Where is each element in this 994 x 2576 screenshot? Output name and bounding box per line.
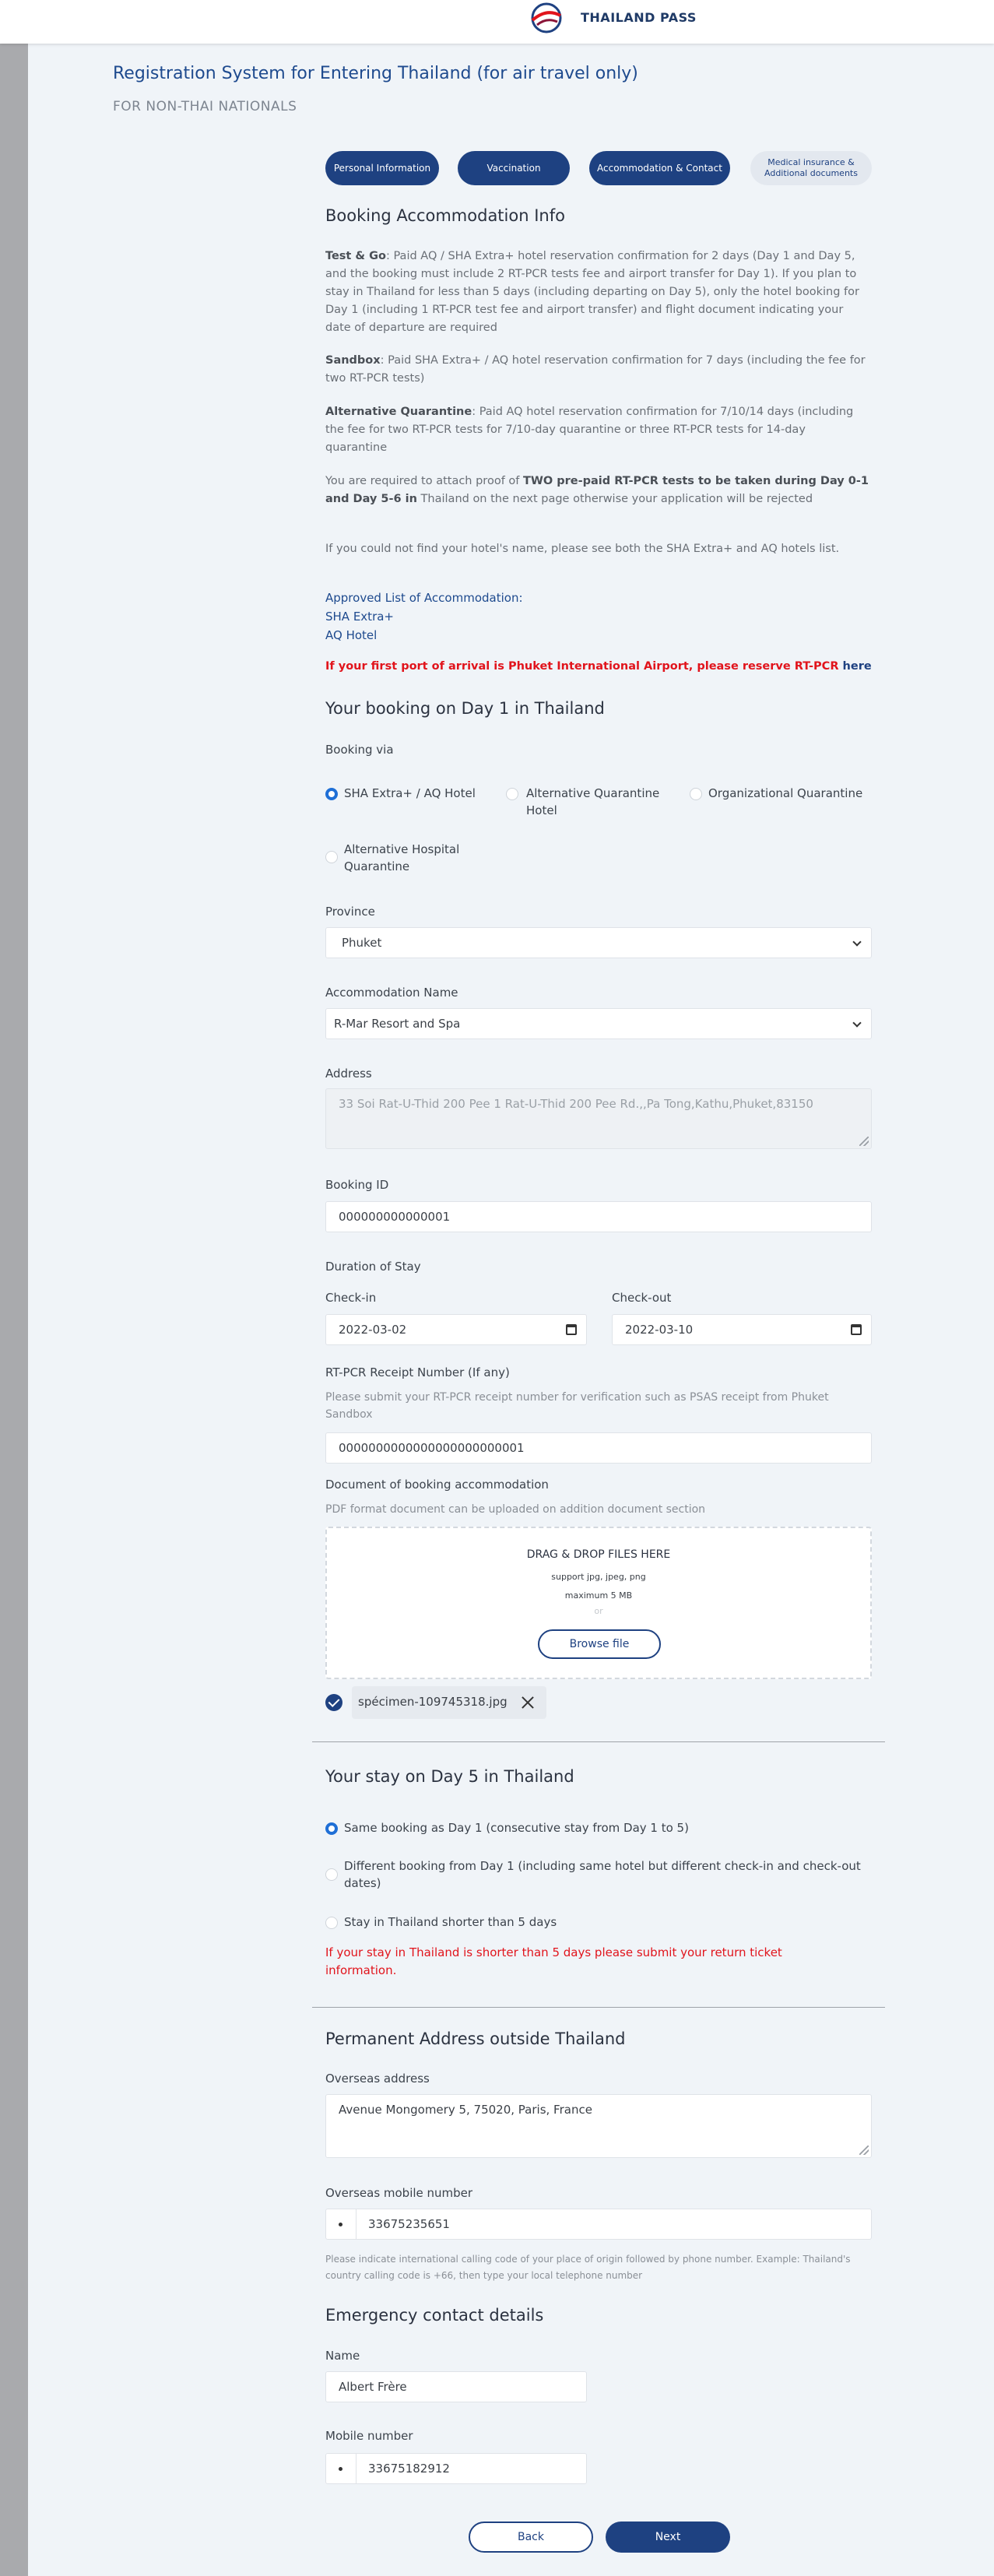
emergency-mobile-label: Mobile number (325, 2429, 413, 2443)
test-go-paragraph: Test & Go: Paid AQ / SHA Extra+ hotel re… (325, 250, 859, 334)
radio-alternative-quarantine[interactable] (506, 788, 518, 800)
calendar-icon[interactable] (566, 1324, 577, 1335)
checkout-label: Check-out (612, 1291, 672, 1305)
radio-alternative-quarantine-label: Alternative Quarantine Hotel (526, 786, 660, 817)
step-vaccination[interactable]: Vaccination (458, 151, 570, 185)
emergency-heading: Emergency contact details (325, 2306, 544, 2325)
checkin-input[interactable]: 2022-03-02 (325, 1314, 587, 1345)
booking-id-input[interactable]: 000000000000001 (325, 1201, 872, 1232)
address-field[interactable]: 33 Soi Rat-U-Thid 200 Pee 1 Rat-U-Thid 2… (325, 1088, 872, 1149)
proof-paragraph: You are required to attach proof of TWO … (325, 475, 869, 505)
sha-extra-link[interactable]: SHA Extra+ (325, 610, 394, 624)
overseas-mobile-input[interactable]: 33675235651 (325, 2209, 872, 2240)
calendar-icon[interactable] (851, 1324, 862, 1335)
close-icon[interactable] (520, 1695, 536, 1710)
radio-same-booking[interactable] (325, 1822, 338, 1835)
step-accommodation-contact[interactable]: Accommodation & Contact (589, 151, 730, 185)
file-dropzone[interactable]: DRAG & DROP FILES HERE support jpg, jpeg… (325, 1527, 872, 1679)
radio-same-booking-label: Same booking as Day 1 (consecutive stay … (344, 1821, 689, 1835)
chevron-down-icon (852, 1018, 862, 1028)
province-select[interactable]: Phuket (325, 927, 872, 958)
country-code-icon[interactable] (339, 2467, 342, 2471)
accommodation-select[interactable]: R-Mar Resort and Spa (325, 1008, 872, 1039)
page-title: Registration System for Entering Thailan… (113, 64, 638, 83)
rtpcr-label: RT-PCR Receipt Number (If any) (325, 1365, 510, 1379)
next-button[interactable]: Next (606, 2522, 730, 2553)
checkout-input[interactable]: 2022-03-10 (612, 1314, 872, 1345)
radio-alternative-hospital-label: Alternative Hospital Quarantine (344, 842, 460, 873)
doc-label: Document of booking accommodation (325, 1478, 549, 1492)
booking-via-label: Booking via (325, 743, 394, 757)
chevron-down-icon (852, 937, 862, 947)
phuket-here-link[interactable]: here (843, 660, 872, 673)
emergency-name-label: Name (325, 2349, 360, 2363)
radio-sha-extra-aq[interactable] (325, 788, 338, 800)
doc-hint: PDF format document can be uploaded on a… (325, 1503, 706, 1516)
divider (312, 1741, 885, 1742)
emergency-name-input[interactable]: Albert Frère (325, 2371, 587, 2402)
step-personal-information[interactable]: Personal Information (325, 151, 439, 185)
day1-heading: Your booking on Day 1 in Thailand (325, 699, 605, 718)
aq-hotel-link[interactable]: AQ Hotel (325, 628, 377, 642)
emergency-mobile-input[interactable]: 33675182912 (325, 2453, 587, 2484)
thailand-pass-logo (531, 2, 562, 33)
phuket-notice: If your first port of arrival is Phuket … (325, 660, 872, 673)
radio-organizational-quarantine[interactable] (690, 788, 702, 800)
resize-handle-icon (859, 2145, 869, 2155)
booking-info-heading: Booking Accommodation Info (325, 206, 565, 225)
not-found-paragraph: If you could not find your hotel's name,… (325, 543, 840, 555)
day5-heading: Your stay on Day 5 in Thailand (325, 1767, 574, 1786)
drop-support: support jpg, jpeg, png (551, 1572, 646, 1582)
uploaded-file-name: spécimen-109745318.jpg (358, 1695, 508, 1709)
radio-organizational-quarantine-label: Organizational Quarantine (708, 786, 863, 800)
radio-alternative-hospital[interactable] (325, 851, 338, 863)
approved-list-label: Approved List of Accommodation: (325, 591, 523, 605)
accommodation-label: Accommodation Name (325, 986, 458, 1000)
step-medical-insurance[interactable]: Medical insurance & Additional documents (750, 151, 872, 185)
radio-different-booking-label: Different booking from Day 1 (including … (344, 1859, 861, 1890)
duration-label: Duration of Stay (325, 1260, 421, 1274)
rtpcr-input[interactable]: 0000000000000000000000001 (325, 1432, 872, 1464)
sandbox-paragraph: Sandbox: Paid SHA Extra+ / AQ hotel rese… (325, 354, 866, 385)
uploaded-file-chip: spécimen-109745318.jpg (352, 1686, 546, 1719)
drop-or: or (594, 1606, 603, 1616)
page-subtitle: FOR NON-THAI NATIONALS (113, 99, 297, 114)
overseas-mobile-label: Overseas mobile number (325, 2186, 473, 2200)
radio-shorter-stay[interactable] (325, 1917, 338, 1929)
alternative-quarantine-paragraph: Alternative Quarantine: Paid AQ hotel re… (325, 406, 854, 454)
province-label: Province (325, 905, 375, 919)
overseas-address-field[interactable]: Avenue Mongomery 5, 75020, Paris, France (325, 2094, 872, 2158)
drop-title: DRAG & DROP FILES HERE (526, 1548, 671, 1561)
day5-warning: If your stay in Thailand is shorter than… (325, 1945, 782, 1977)
address-label: Address (325, 1067, 372, 1081)
overseas-mobile-hint: Please indicate international calling co… (325, 2254, 851, 2281)
back-button[interactable]: Back (469, 2522, 593, 2553)
overseas-address-label: Overseas address (325, 2072, 430, 2086)
check-circle-icon (325, 1694, 342, 1711)
radio-different-booking[interactable] (325, 1868, 338, 1881)
radio-sha-extra-aq-label: SHA Extra+ / AQ Hotel (344, 786, 476, 800)
resize-handle-icon (859, 1137, 869, 1146)
drop-max: maximum 5 MB (564, 1590, 633, 1601)
brand-name: THAILAND PASS (581, 10, 697, 25)
rtpcr-hint: Please submit your RT-PCR receipt number… (325, 1391, 829, 1421)
browse-file-button[interactable]: Browse file (538, 1629, 661, 1659)
permanent-address-heading: Permanent Address outside Thailand (325, 2030, 626, 2048)
booking-id-label: Booking ID (325, 1178, 389, 1192)
separator (356, 2454, 357, 2483)
top-bar: THAILAND PASS (0, 0, 994, 44)
radio-shorter-stay-label: Stay in Thailand shorter than 5 days (344, 1915, 557, 1929)
divider (312, 2007, 885, 2008)
country-code-icon[interactable] (339, 2223, 342, 2226)
separator (356, 2209, 357, 2239)
checkin-label: Check-in (325, 1291, 377, 1305)
